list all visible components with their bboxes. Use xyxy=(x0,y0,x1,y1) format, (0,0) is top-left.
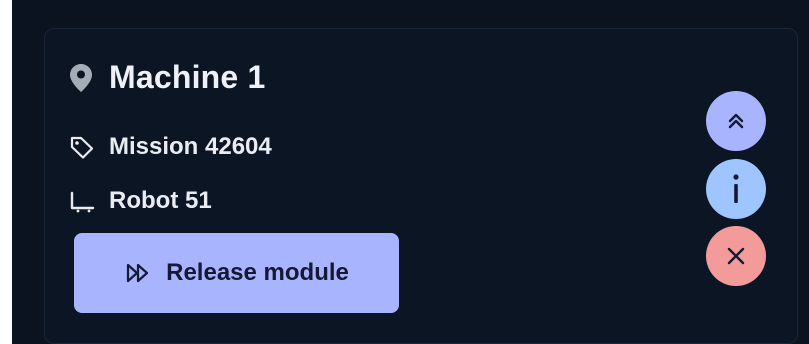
card-header: Machine 1 xyxy=(69,59,266,96)
tag-icon xyxy=(70,136,94,159)
chevron-double-up-icon xyxy=(728,113,744,129)
info-icon xyxy=(733,174,739,203)
location-pin-icon xyxy=(70,63,92,92)
robot-cart-icon xyxy=(70,191,95,213)
close-button[interactable] xyxy=(706,226,766,286)
release-module-label: Release module xyxy=(166,259,349,286)
mission-label: Mission 42604 xyxy=(109,133,272,160)
app-frame: Machine 1 Mission 42604 Robot 51 Release… xyxy=(0,0,809,344)
fast-forward-icon xyxy=(127,263,149,283)
robot-row: Robot 51 xyxy=(69,187,212,215)
robot-label: Robot 51 xyxy=(109,187,212,214)
close-icon xyxy=(727,247,745,265)
machine-card: Machine 1 Mission 42604 Robot 51 Release… xyxy=(44,28,798,344)
card-title: Machine 1 xyxy=(109,59,266,95)
release-module-button[interactable]: Release module xyxy=(74,233,399,313)
mission-row: Mission 42604 xyxy=(69,133,272,161)
collapse-button[interactable] xyxy=(706,91,766,151)
info-button[interactable] xyxy=(706,159,766,219)
